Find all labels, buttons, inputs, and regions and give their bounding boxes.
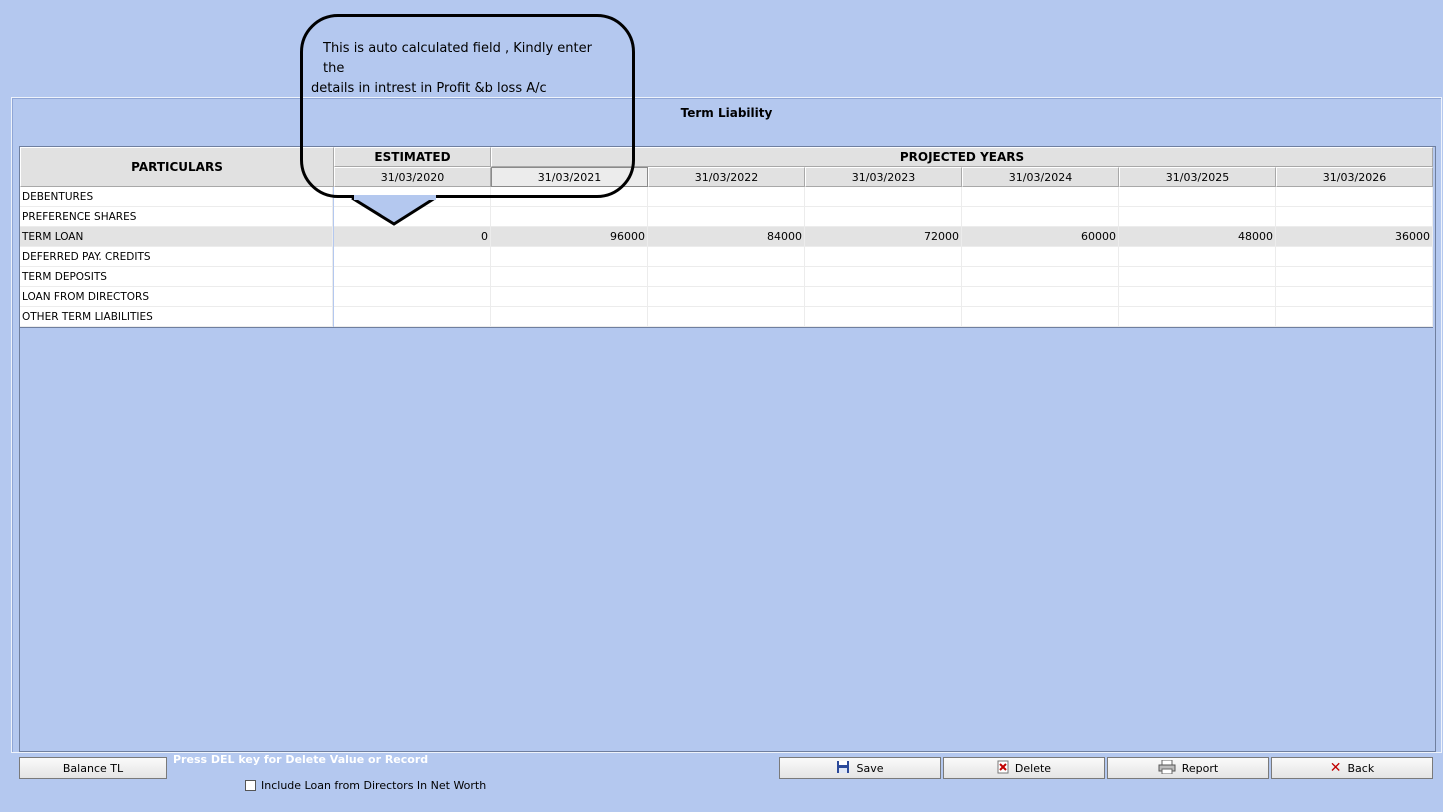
save-button[interactable]: Save [779,757,941,779]
checkbox-label: Include Loan from Directors In Net Worth [261,779,487,792]
callout-line-2: details in intrest in Profit &b loss A/c [311,81,547,96]
value-cell[interactable] [334,307,491,327]
table-row-selected: TERM LOAN 0 96000 84000 72000 60000 4800… [20,227,1433,247]
callout-bubble: This is auto calculated field , Kindly e… [300,14,635,198]
table-row: LOAN FROM DIRECTORS [20,287,1433,307]
table-row: DEFERRED PAY. CREDITS [20,247,1433,267]
value-cell-selected[interactable]: 96000 [491,227,648,247]
value-cell[interactable]: 36000 [1276,227,1433,247]
value-cell[interactable] [1276,187,1433,207]
value-cell[interactable] [491,247,648,267]
row-label: TERM LOAN [20,227,333,247]
value-cell[interactable] [805,207,962,227]
value-cell[interactable] [491,307,648,327]
value-cell[interactable] [334,207,491,227]
row-label: DEFERRED PAY. CREDITS [20,247,333,267]
table-row: DEBENTURES [20,187,1433,207]
value-cell[interactable] [648,247,805,267]
report-label: Report [1181,761,1219,775]
date-header-2025[interactable]: 31/03/2025 [1119,167,1276,187]
table-row: TERM DEPOSITS [20,267,1433,287]
value-cell[interactable] [491,287,648,307]
floppy-disk-icon [836,760,850,777]
grid-bottom-divider [20,327,1433,328]
date-header-2023[interactable]: 31/03/2023 [805,167,962,187]
value-cell[interactable] [1276,267,1433,287]
value-cell[interactable] [648,267,805,287]
value-cell[interactable] [334,267,491,287]
table-row: OTHER TERM LIABILITIES [20,307,1433,327]
printer-icon [1158,759,1176,777]
delete-icon [997,760,1009,777]
value-cell[interactable]: 84000 [648,227,805,247]
value-cell[interactable] [805,247,962,267]
date-header-2024[interactable]: 31/03/2024 [962,167,1119,187]
value-cell[interactable] [962,267,1119,287]
balance-tl-label: Balance TL [62,761,124,775]
value-cell[interactable] [1119,267,1276,287]
value-cell[interactable]: 60000 [962,227,1119,247]
value-cell[interactable] [648,287,805,307]
callout-tail-cover [354,195,436,200]
value-cell[interactable] [805,307,962,327]
value-cell[interactable] [1119,187,1276,207]
callout-line-1: This is auto calculated field , Kindly e… [323,41,592,76]
row-label: TERM DEPOSITS [20,267,333,287]
value-cell[interactable] [962,207,1119,227]
value-cell[interactable] [805,267,962,287]
value-cell[interactable] [334,287,491,307]
back-label: Back [1347,761,1375,775]
report-button[interactable]: Report [1107,757,1269,779]
value-cell[interactable] [962,287,1119,307]
value-cell[interactable] [491,267,648,287]
value-cell[interactable] [1276,247,1433,267]
table-row: PREFERENCE SHARES [20,207,1433,227]
date-header-2026[interactable]: 31/03/2026 [1276,167,1433,187]
close-x-icon: ✕ [1329,760,1342,776]
value-cell[interactable] [962,307,1119,327]
value-cell[interactable] [962,247,1119,267]
value-cell[interactable] [334,247,491,267]
value-cell[interactable] [648,207,805,227]
save-label: Save [856,761,884,775]
delete-button[interactable]: Delete [943,757,1105,779]
include-loan-checkbox[interactable]: Include Loan from Directors In Net Worth [245,779,486,792]
row-label: LOAN FROM DIRECTORS [20,287,333,307]
value-cell[interactable] [1276,287,1433,307]
delete-hint: Press DEL key for Delete Value or Record [173,753,429,766]
balance-tl-button[interactable]: Balance TL [19,757,167,779]
row-label: OTHER TERM LIABILITIES [20,307,333,327]
value-cell[interactable] [491,207,648,227]
delete-label: Delete [1014,761,1052,775]
value-cell[interactable] [648,187,805,207]
value-cell[interactable] [1119,207,1276,227]
particulars-header: PARTICULARS [20,147,334,187]
value-cell[interactable] [648,307,805,327]
value-cell[interactable]: 72000 [805,227,962,247]
value-cell[interactable] [1119,307,1276,327]
value-cell[interactable]: 48000 [1119,227,1276,247]
row-label: DEBENTURES [20,187,333,207]
date-header-2022[interactable]: 31/03/2022 [648,167,805,187]
checkbox-box[interactable] [245,780,256,791]
back-button[interactable]: ✕ Back [1271,757,1433,779]
value-cell[interactable] [805,287,962,307]
row-label: PREFERENCE SHARES [20,207,333,227]
term-liability-grid: PARTICULARS ESTIMATED PROJECTED YEARS 31… [19,146,1436,752]
value-cell[interactable] [1276,307,1433,327]
value-cell[interactable] [962,187,1119,207]
value-cell[interactable] [1276,207,1433,227]
value-cell[interactable] [1119,247,1276,267]
value-cell[interactable] [805,187,962,207]
page-title: Term Liability [680,106,773,120]
value-cell[interactable]: 0 [334,227,491,247]
value-cell[interactable] [1119,287,1276,307]
